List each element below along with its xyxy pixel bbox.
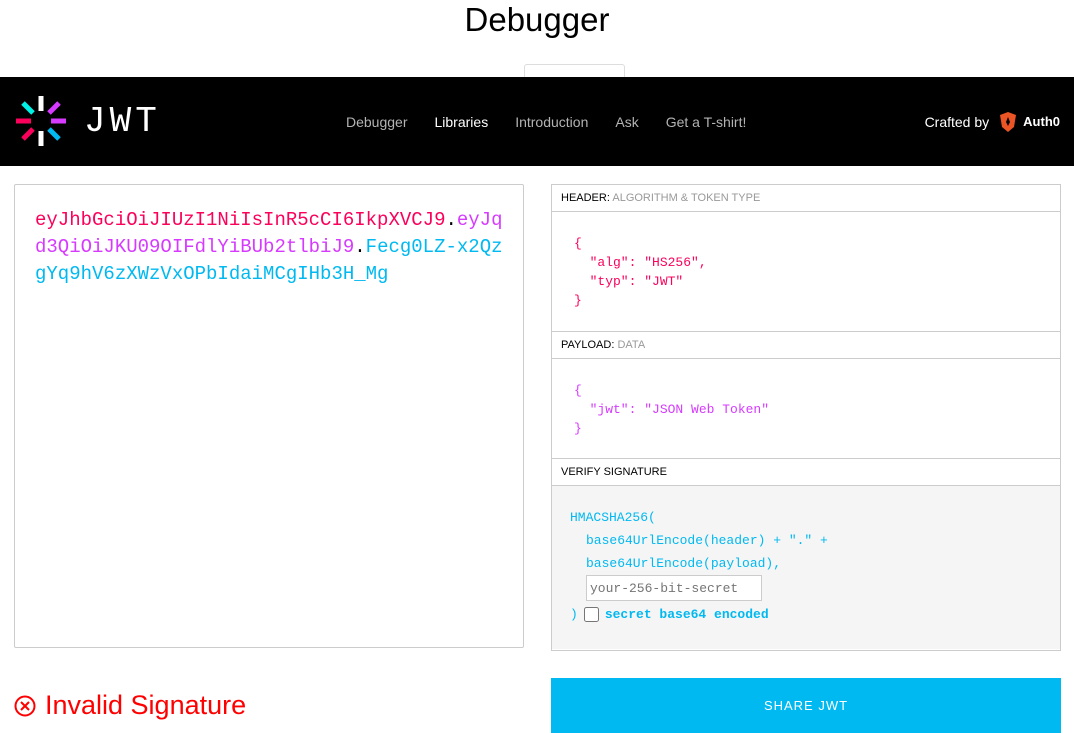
nav-link-libraries[interactable]: Libraries	[435, 114, 489, 130]
error-circle-x-icon	[14, 695, 36, 716]
signature-status: Invalid Signature	[14, 690, 246, 721]
auth0-brand[interactable]: Auth0	[997, 111, 1060, 133]
signature-body: HMACSHA256( base64UrlEncode(header) + ".…	[552, 486, 1060, 649]
sig-close-row: ) secret base64 encoded	[570, 603, 1060, 626]
crafted-by[interactable]: Crafted by Auth0	[925, 77, 1060, 166]
nav-link-ask[interactable]: Ask	[615, 114, 638, 130]
token-header-part: eyJhbGciOiJIUzI1NiIsInR5cCI6IkpXVCJ9	[35, 209, 446, 231]
header-json-editor[interactable]: { "alg": "HS256", "typ": "JWT"}	[552, 212, 1060, 332]
secret-input[interactable]	[586, 575, 762, 601]
header-section-title: HEADER: ALGORITHM & TOKEN TYPE	[552, 185, 1060, 212]
sig-line-2: base64UrlEncode(header) + "." +	[586, 533, 828, 548]
share-jwt-button[interactable]: SHARE JWT	[551, 678, 1061, 733]
nav-link-tshirt[interactable]: Get a T-shirt!	[666, 114, 747, 130]
payload-section-title: PAYLOAD: DATA	[552, 332, 1060, 359]
base64-checkbox[interactable]	[583, 607, 599, 622]
token-dot-1: .	[445, 209, 457, 231]
decoded-panel: HEADER: ALGORITHM & TOKEN TYPE { "alg": …	[551, 184, 1061, 651]
logo-text[interactable]: JWT	[84, 104, 161, 140]
navbar: JWT Debugger Libraries Introduction Ask …	[0, 77, 1074, 166]
jwt-logo-icon[interactable]	[14, 94, 68, 148]
sig-close-paren: )	[570, 607, 578, 622]
nav-link-debugger[interactable]: Debugger	[346, 114, 408, 130]
tab-stub[interactable]	[524, 64, 625, 78]
encoded-token-area[interactable]: eyJhbGciOiJIUzI1NiIsInR5cCI6IkpXVCJ9.eyJ…	[14, 184, 524, 648]
page-title: Debugger	[464, 1, 610, 38]
token-dot-2: .	[354, 236, 366, 258]
crafted-by-label: Crafted by	[924, 113, 990, 130]
nav-link-introduction[interactable]: Introduction	[515, 114, 588, 130]
sig-line-3: base64UrlEncode(payload),	[586, 556, 782, 571]
auth0-shield-icon	[1000, 111, 1017, 132]
signature-section-title: VERIFY SIGNATURE	[552, 459, 1060, 486]
auth0-label: Auth0	[1023, 114, 1060, 129]
base64-checkbox-label[interactable]: secret base64 encoded	[605, 603, 769, 626]
status-text: Invalid Signature	[45, 690, 247, 720]
nav-links: Debugger Libraries Introduction Ask Get …	[346, 77, 746, 166]
sig-line-1: HMACSHA256(	[570, 510, 656, 525]
payload-json-editor[interactable]: { "jwt": "JSON Web Token"}	[552, 359, 1060, 459]
